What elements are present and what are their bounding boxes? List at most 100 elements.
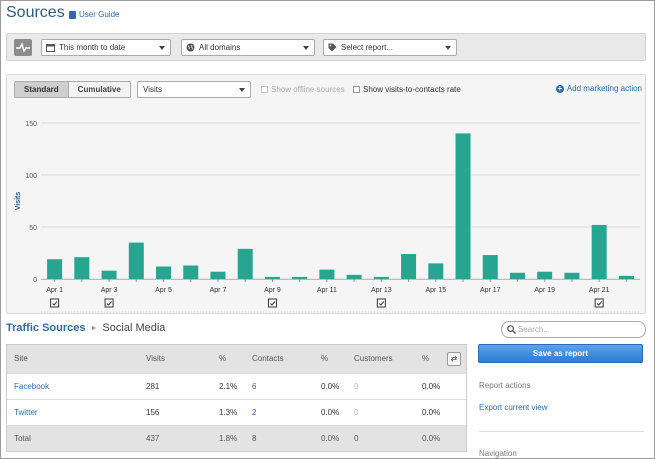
save-as-report-button[interactable]: Save as report bbox=[478, 344, 643, 363]
x-tick-label: Apr 19 bbox=[534, 287, 555, 294]
domain-value: All domains bbox=[199, 43, 241, 52]
bar bbox=[237, 248, 253, 279]
breadcrumb: Traffic Sources ► Social Media bbox=[6, 322, 165, 334]
bar bbox=[428, 263, 444, 279]
contacts-pct-cell: 0.0% bbox=[315, 372, 347, 399]
bar bbox=[156, 266, 172, 279]
bar bbox=[264, 276, 280, 279]
col-customers-pct[interactable]: % bbox=[419, 345, 447, 373]
col-visits-pct[interactable]: % bbox=[197, 345, 245, 373]
bar bbox=[509, 272, 525, 279]
bar bbox=[101, 270, 117, 279]
col-visits[interactable]: Visits bbox=[139, 345, 197, 373]
bar bbox=[47, 259, 63, 279]
chevron-down-icon bbox=[239, 88, 245, 92]
site-link[interactable]: Facebook bbox=[7, 372, 139, 399]
bar bbox=[183, 265, 199, 279]
table-header-row: Site Visits % Contacts % Customers % ⇄ bbox=[7, 345, 466, 373]
breadcrumb-current: Social Media bbox=[102, 322, 166, 334]
bar bbox=[618, 275, 634, 279]
show-offline-label: Show offline sources bbox=[271, 85, 345, 94]
y-tick-label: 0 bbox=[33, 277, 37, 284]
add-marketing-action-link[interactable]: + Add marketing action bbox=[555, 84, 642, 93]
standard-tab[interactable]: Standard bbox=[15, 82, 69, 97]
table-total-row: Total 437 1.8% 8 0.0% 0 0.0% bbox=[7, 424, 466, 451]
swap-cell: ⇄ bbox=[447, 345, 466, 373]
col-site[interactable]: Site bbox=[7, 345, 139, 373]
col-contacts[interactable]: Contacts bbox=[245, 345, 315, 373]
pulse-button[interactable] bbox=[14, 39, 32, 56]
visits-bar-chart: 0 50 100 150 Visits Apr 1 Apr 3 Apr 5 Apr 7 Apr 9… bbox=[15, 121, 640, 313]
empty-cell bbox=[447, 398, 466, 425]
bar bbox=[74, 257, 90, 279]
empty-cell bbox=[447, 372, 466, 399]
table-row: Facebook 281 2.1% 6 0.0% 0 0.0% bbox=[7, 372, 466, 399]
domain-select[interactable]: All domains bbox=[181, 39, 315, 56]
traffic-table: Site Visits % Contacts % Customers % ⇄ F… bbox=[6, 344, 467, 452]
report-value: Select report... bbox=[341, 43, 394, 52]
calendar-icon bbox=[46, 44, 55, 52]
total-customers-pct: 0.0% bbox=[419, 424, 447, 451]
col-customers[interactable]: Customers bbox=[347, 345, 419, 373]
metric-select[interactable]: Visits bbox=[137, 81, 251, 98]
x-tick-label: Apr 7 bbox=[210, 287, 227, 294]
date-range-select[interactable]: This month to date bbox=[41, 39, 171, 56]
empty-cell bbox=[447, 424, 466, 451]
customers-cell: 0 bbox=[347, 372, 419, 399]
show-offline-checkbox[interactable]: Show offline sources bbox=[261, 85, 345, 94]
add-marketing-label: Add marketing action bbox=[566, 84, 642, 93]
breadcrumb-traffic-sources[interactable]: Traffic Sources bbox=[6, 322, 85, 334]
search-input[interactable]: Search... bbox=[501, 321, 646, 338]
show-rate-checkbox[interactable]: Show visits-to-contacts rate bbox=[353, 85, 461, 94]
checkbox-box bbox=[353, 86, 360, 93]
calendar-marker-icon bbox=[104, 298, 114, 308]
x-tick-label: Apr 9 bbox=[264, 287, 281, 294]
x-tick-label: Apr 17 bbox=[480, 287, 501, 294]
bar bbox=[455, 133, 471, 279]
y-axis-label: Visits bbox=[15, 192, 22, 211]
bar bbox=[591, 224, 607, 279]
visits-cell: 281 bbox=[139, 372, 197, 399]
contacts-link[interactable]: 6 bbox=[245, 372, 315, 399]
contacts-link[interactable]: 2 bbox=[245, 398, 315, 425]
chart-panel: 0 50 100 150 Visits Apr 1 Apr 3 Apr 5 Apr 7 Apr 9… bbox=[6, 74, 646, 314]
x-tick-label: Apr 21 bbox=[589, 287, 610, 294]
report-select[interactable]: Select report... bbox=[323, 39, 457, 56]
tag-icon bbox=[328, 43, 337, 52]
bar bbox=[537, 271, 553, 279]
calendar-marker-icon bbox=[267, 298, 277, 308]
customers-pct-cell: 0.0% bbox=[419, 372, 447, 399]
bar bbox=[564, 272, 580, 279]
calendar-marker-icon bbox=[50, 298, 60, 308]
chart-mode-toggle: Standard Cumulative bbox=[14, 81, 131, 98]
x-tick-label: Apr 5 bbox=[155, 287, 172, 294]
swap-icon[interactable]: ⇄ bbox=[447, 351, 461, 366]
customers-cell: 0 bbox=[347, 398, 419, 425]
bar bbox=[210, 271, 226, 279]
metric-value: Visits bbox=[143, 85, 162, 94]
col-contacts-pct[interactable]: % bbox=[315, 345, 347, 373]
pulse-icon bbox=[16, 42, 30, 53]
y-tick-label: 50 bbox=[29, 225, 37, 232]
cumulative-tab[interactable]: Cumulative bbox=[68, 82, 130, 97]
visits-pct-cell: 1.3% bbox=[197, 398, 245, 425]
chevron-down-icon bbox=[159, 46, 165, 50]
export-current-view-link[interactable]: Export current view bbox=[479, 403, 547, 412]
user-guide-label: User Guide bbox=[79, 10, 120, 19]
bar bbox=[319, 269, 335, 279]
total-label: Total bbox=[7, 424, 139, 451]
globe-icon bbox=[186, 43, 195, 52]
table-row: Twitter 156 1.3% 2 0.0% 0 0.0% bbox=[7, 398, 466, 425]
total-visits-pct: 1.8% bbox=[197, 424, 245, 451]
visits-cell: 156 bbox=[139, 398, 197, 425]
bar bbox=[482, 255, 498, 279]
site-link[interactable]: Twitter bbox=[7, 398, 139, 425]
calendar-marker-icon bbox=[376, 298, 386, 308]
show-rate-label: Show visits-to-contacts rate bbox=[363, 85, 461, 94]
y-tick-label: 100 bbox=[25, 173, 37, 180]
user-guide-link[interactable]: User Guide bbox=[69, 10, 119, 19]
bar bbox=[401, 254, 417, 279]
total-contacts: 8 bbox=[245, 424, 315, 451]
report-actions-heading: Report actions bbox=[479, 381, 531, 390]
total-contacts-pct: 0.0% bbox=[315, 424, 347, 451]
